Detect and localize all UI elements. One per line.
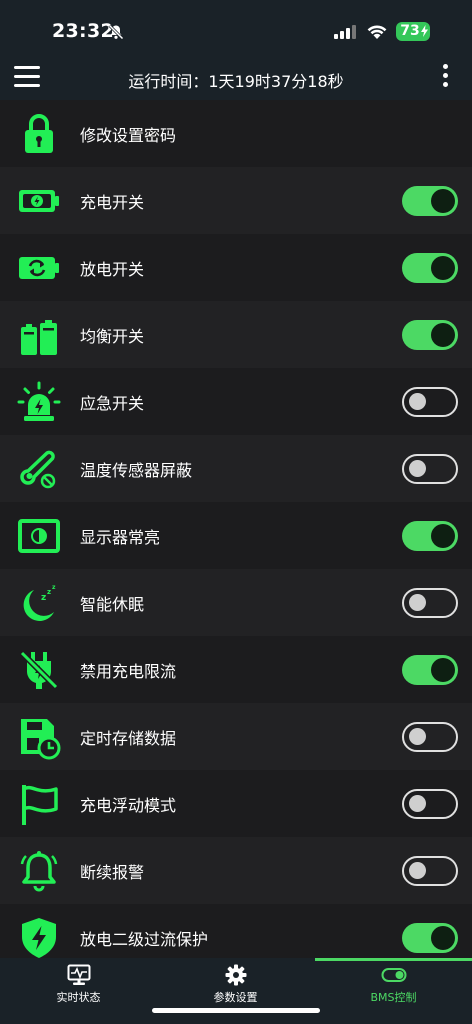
sleep-toggle[interactable] (402, 588, 458, 618)
float-mode-toggle[interactable] (402, 789, 458, 819)
lock-icon (16, 111, 62, 157)
battery-indicator: 73 (396, 22, 430, 41)
home-indicator (152, 1008, 320, 1013)
bell-off-icon (108, 24, 124, 40)
save-timer-icon (16, 714, 62, 760)
setting-label: 充电浮动模式 (80, 796, 177, 815)
setting-label: 放电二级过流保护 (80, 930, 209, 949)
setting-row-balance-switch: 均衡开关 (0, 301, 472, 368)
overcurrent-toggle[interactable] (402, 923, 458, 953)
app-header: 运行时间：1天19时37分18秒 (0, 58, 472, 100)
setting-label: 均衡开关 (80, 327, 145, 346)
display-icon (16, 513, 62, 559)
battery-charge-icon (16, 178, 62, 224)
setting-row-discharge-switch: 放电开关 (0, 234, 472, 301)
setting-label: 定时存储数据 (80, 729, 177, 748)
bms-control-list: 修改设置密码 充电开关 放电开关 均衡开关 应急开关 温度传感器屏蔽 显示器常亮… (0, 100, 472, 958)
flag-icon (16, 781, 62, 827)
setting-label: 温度传感器屏蔽 (80, 461, 193, 480)
setting-row-display-always-on: 显示器常亮 (0, 502, 472, 569)
discharge-toggle[interactable] (402, 253, 458, 283)
timed-save-toggle[interactable] (402, 722, 458, 752)
tab-bar: 实时状态 参数设置 BMS控制 (0, 958, 472, 1024)
battery-balance-icon (16, 312, 62, 358)
active-tab-indicator (315, 958, 472, 961)
tab-label: 实时状态 (56, 991, 101, 1004)
setting-label: 禁用充电限流 (80, 662, 177, 681)
setting-row-emergency-switch: 应急开关 (0, 368, 472, 435)
setting-label: 充电开关 (80, 193, 145, 212)
setting-row-smart-sleep: z z z 智能休眠 (0, 569, 472, 636)
emergency-light-icon (16, 379, 62, 425)
tab-label: 参数设置 (213, 991, 258, 1004)
status-time: 23:32 (52, 20, 114, 42)
status-bar: 23:32 73 (0, 0, 472, 58)
setting-row-disable-charge-limit: 禁用充电限流 (0, 636, 472, 703)
setting-row-intermittent-alarm: 断续报警 (0, 837, 472, 904)
setting-row-discharge-overcurrent: 放电二级过流保护 (0, 904, 472, 958)
setting-row-temp-sensor-shield: 温度传感器屏蔽 (0, 435, 472, 502)
setting-label: 显示器常亮 (80, 528, 161, 547)
setting-label: 断续报警 (80, 863, 145, 882)
tab-bms-control[interactable]: BMS控制 (315, 964, 472, 1014)
emergency-toggle[interactable] (402, 387, 458, 417)
temp-sensor-toggle[interactable] (402, 454, 458, 484)
svg-text:z: z (52, 584, 56, 591)
svg-text:z: z (41, 593, 46, 603)
tab-parameter-settings[interactable]: 参数设置 (157, 964, 314, 1014)
wifi-icon (367, 25, 387, 39)
alarm-toggle[interactable] (402, 856, 458, 886)
setting-label: 放电开关 (80, 260, 145, 279)
toggle-icon (381, 968, 406, 982)
more-options-icon[interactable] (438, 64, 452, 94)
setting-label: 智能休眠 (80, 595, 145, 614)
tab-realtime-status[interactable]: 实时状态 (0, 964, 157, 1014)
alarm-bell-icon (16, 848, 62, 894)
runtime-display: 运行时间：1天19时37分18秒 (128, 72, 344, 91)
display-toggle[interactable] (402, 521, 458, 551)
balance-toggle[interactable] (402, 320, 458, 350)
sleep-moon-icon: z z z (16, 580, 62, 626)
temperature-sensor-icon (16, 446, 62, 492)
shield-bolt-icon (16, 915, 62, 958)
setting-row-change-password[interactable]: 修改设置密码 (0, 100, 472, 167)
setting-row-charge-switch: 充电开关 (0, 167, 472, 234)
svg-text:z: z (47, 588, 51, 596)
tab-label: BMS控制 (370, 991, 417, 1004)
charge-toggle[interactable] (402, 186, 458, 216)
battery-level: 73 (400, 23, 420, 39)
plug-disabled-icon (16, 647, 62, 693)
setting-row-timed-save: 定时存储数据 (0, 703, 472, 770)
monitor-icon (67, 964, 90, 985)
charge-limit-toggle[interactable] (402, 655, 458, 685)
bolt-icon (421, 25, 428, 37)
battery-discharge-icon (16, 245, 62, 291)
gear-icon (225, 964, 246, 986)
setting-row-charge-float-mode: 充电浮动模式 (0, 770, 472, 837)
signal-icon (334, 25, 356, 39)
setting-label: 应急开关 (80, 394, 145, 413)
setting-label: 修改设置密码 (80, 126, 177, 145)
